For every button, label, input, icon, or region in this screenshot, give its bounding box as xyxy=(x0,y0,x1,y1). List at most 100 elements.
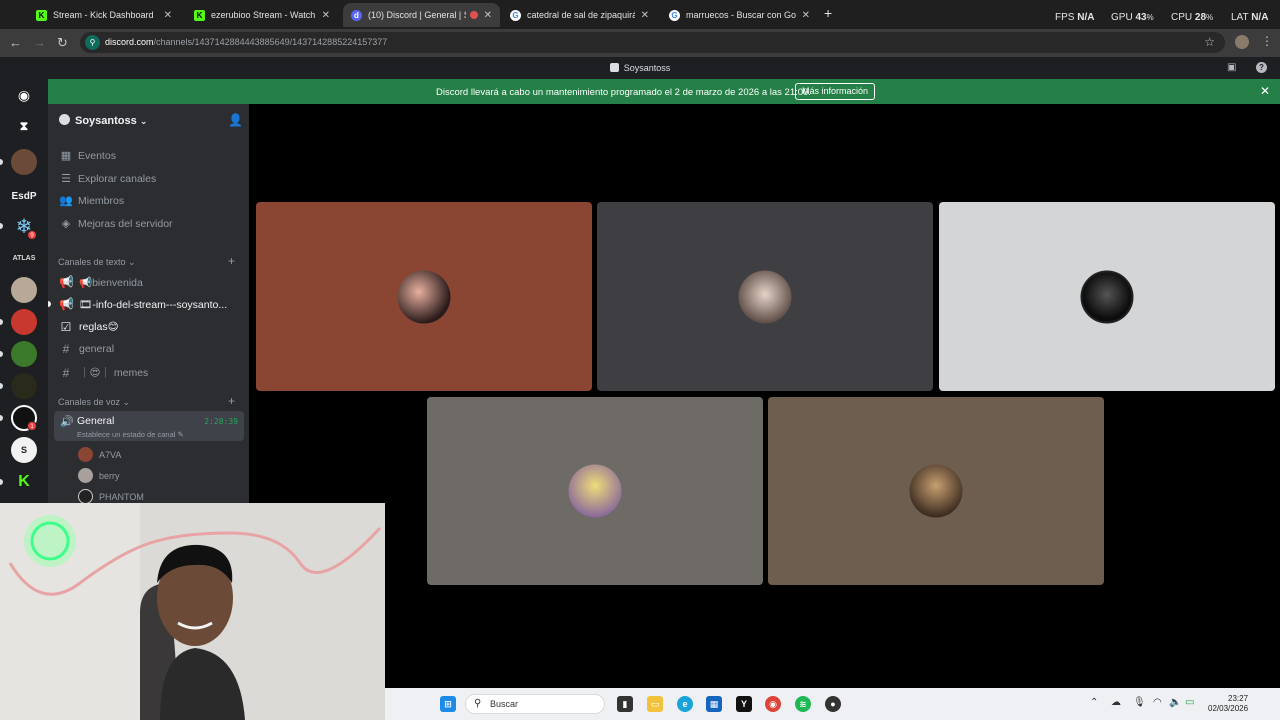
close-tab-icon[interactable]: ✕ xyxy=(802,10,810,21)
network-share-icon[interactable]: ☁ xyxy=(1111,697,1121,708)
channel-name: 📢bienvenida xyxy=(79,276,143,289)
channel-status-link[interactable]: Establece un estado de canal ✎ xyxy=(77,430,184,439)
calendar-icon: ▦ xyxy=(60,150,72,162)
voice-user[interactable]: berry xyxy=(78,468,120,483)
invite-people-icon[interactable]: 👤 xyxy=(228,113,243,127)
category-label: Canales de texto xyxy=(58,257,126,267)
video-tile[interactable] xyxy=(597,202,933,391)
y-app-icon[interactable]: Y xyxy=(736,696,752,712)
help-icon[interactable]: ? xyxy=(1256,62,1267,73)
windows-start-icon[interactable]: ⊞ xyxy=(440,696,456,712)
video-tile[interactable] xyxy=(256,202,592,391)
server-icon[interactable] xyxy=(11,373,37,399)
bookmark-star-icon[interactable]: ☆ xyxy=(1204,35,1215,49)
url-text: discord.com/channels/1437142884443885649… xyxy=(105,37,387,47)
wifi-icon[interactable]: ◠ xyxy=(1153,697,1162,708)
mention-badge: 9 xyxy=(27,230,37,240)
taskbar-clock[interactable]: 23:27 02/03/2026 xyxy=(1208,694,1248,714)
microphone-icon[interactable]: 🎙 xyxy=(1133,697,1146,708)
site-info-icon[interactable]: ⚲ xyxy=(85,35,100,50)
server-icon xyxy=(609,63,619,72)
server-icon[interactable] xyxy=(11,149,37,175)
nav-mejoras[interactable]: ◈ Mejoras del servidor xyxy=(59,217,173,231)
spotify-icon[interactable]: ≋ xyxy=(795,696,811,712)
close-icon[interactable]: ✕ xyxy=(1260,84,1270,98)
inbox-icon[interactable]: ▣ xyxy=(1227,62,1236,73)
nav-miembros[interactable]: 👥 Miembros xyxy=(59,194,124,208)
server-icon[interactable] xyxy=(11,309,37,335)
task-view-icon[interactable]: ▮ xyxy=(617,696,633,712)
rules-icon: ☑ xyxy=(60,320,72,334)
new-tab-button[interactable]: + xyxy=(824,5,832,21)
obs-icon[interactable]: ● xyxy=(825,696,841,712)
video-tile[interactable] xyxy=(939,202,1275,391)
text-channels-category[interactable]: Canales de texto ⌄ xyxy=(58,257,136,268)
hash-icon: # xyxy=(62,365,70,380)
google-icon: G xyxy=(669,9,680,21)
hourglass-icon[interactable]: ⧗ xyxy=(11,113,37,139)
server-header[interactable]: Soysantoss ⌄ xyxy=(59,114,147,127)
server-icon[interactable]: S xyxy=(11,437,37,463)
channel-general[interactable]: # general xyxy=(59,342,114,356)
kick-server-icon[interactable]: K xyxy=(11,469,37,495)
tab-title: ezerubioo Stream - Watch Live xyxy=(211,10,316,20)
voice-channels-category[interactable]: Canales de voz ⌄ xyxy=(58,397,130,408)
close-tab-icon[interactable]: ✕ xyxy=(484,10,492,21)
channel-reglas[interactable]: ☑ reglas😊 xyxy=(59,320,119,334)
cpu-label: CPU xyxy=(1171,12,1193,23)
close-tab-icon[interactable]: ✕ xyxy=(322,10,330,21)
url-host: discord.com xyxy=(105,37,154,47)
add-channel-icon[interactable]: + xyxy=(228,254,235,268)
recording-icon xyxy=(469,11,478,19)
category-label: Canales de voz xyxy=(58,397,121,407)
browser-tab[interactable]: G marruecos - Buscar con Google ✕ xyxy=(661,3,818,27)
discord-home-icon[interactable]: ◉ xyxy=(11,82,37,108)
chrome-icon[interactable]: ◉ xyxy=(765,696,781,712)
reload-icon[interactable]: ↻ xyxy=(57,35,68,51)
nav-eventos[interactable]: ▦ Eventos xyxy=(59,149,116,163)
more-info-button[interactable]: Más información xyxy=(795,83,876,100)
lat-label: LAT xyxy=(1231,12,1249,23)
taskbar-search-input[interactable]: ⚲ Buscar xyxy=(465,694,605,714)
battery-icon[interactable]: ▭ xyxy=(1185,697,1194,708)
browser-tab-active[interactable]: d (10) Discord | General | Soysantoss ✕ xyxy=(343,3,500,27)
close-tab-icon[interactable]: ✕ xyxy=(641,10,649,21)
add-channel-icon[interactable]: + xyxy=(228,394,235,408)
voice-user[interactable]: A7VA xyxy=(78,447,121,462)
cpu-stat: CPU 28% xyxy=(1171,12,1214,23)
tab-title: Stream - Kick Dashboard xyxy=(53,10,154,20)
profile-avatar[interactable] xyxy=(1235,35,1249,49)
volume-icon[interactable]: 🔈 xyxy=(1169,697,1181,708)
url-input[interactable]: ⚲ discord.com/channels/14371428844438856… xyxy=(80,32,1225,53)
voice-channel-general[interactable]: 🔊 General 2:28:39 Establece un estado de… xyxy=(54,411,244,441)
speaker-icon: 🔊 xyxy=(60,416,74,428)
avatar xyxy=(397,270,451,323)
channel-bienvenida[interactable]: 📢 📢bienvenida xyxy=(59,275,143,289)
kick-icon: K xyxy=(36,9,47,21)
forward-arrow-icon[interactable]: → xyxy=(33,35,46,50)
file-explorer-icon[interactable]: ▭ xyxy=(647,696,663,712)
clock-time: 23:27 xyxy=(1228,694,1249,703)
channel-name: 🎞-info-del-stream---soysanto... xyxy=(79,298,228,311)
menu-kebab-icon[interactable]: ⋮ xyxy=(1261,34,1273,48)
back-arrow-icon[interactable]: ← xyxy=(9,35,22,50)
chevron-up-icon[interactable]: ⌃ xyxy=(1090,697,1098,708)
atlas-server-icon[interactable]: ATLAS xyxy=(11,245,37,271)
channel-info-del-stream[interactable]: 📢 🎞-info-del-stream---soysanto... xyxy=(59,297,227,311)
server-esdp[interactable]: EsdP xyxy=(11,183,37,209)
channel-memes[interactable]: # ｜😍｜ memes xyxy=(59,365,149,380)
store-icon[interactable]: ▦ xyxy=(706,696,722,712)
video-tile[interactable] xyxy=(768,397,1104,585)
close-tab-icon[interactable]: ✕ xyxy=(164,10,172,21)
nav-label: Eventos xyxy=(78,149,116,162)
browser-tab[interactable]: K Stream - Kick Dashboard ✕ xyxy=(28,3,180,27)
server-icon[interactable] xyxy=(11,277,37,303)
voice-user[interactable]: PHANTOM xyxy=(78,489,144,504)
nav-explorar[interactable]: ☰ Explorar canales xyxy=(59,172,156,186)
browser-tab[interactable]: G catedral de sal de zipaquirá - Buscar … xyxy=(502,3,657,27)
edge-icon[interactable]: e xyxy=(677,696,693,712)
server-icon[interactable] xyxy=(11,341,37,367)
video-tile[interactable] xyxy=(427,397,763,585)
webcam-overlay xyxy=(0,503,385,720)
browser-tab[interactable]: K ezerubioo Stream - Watch Live ✕ xyxy=(186,3,338,27)
